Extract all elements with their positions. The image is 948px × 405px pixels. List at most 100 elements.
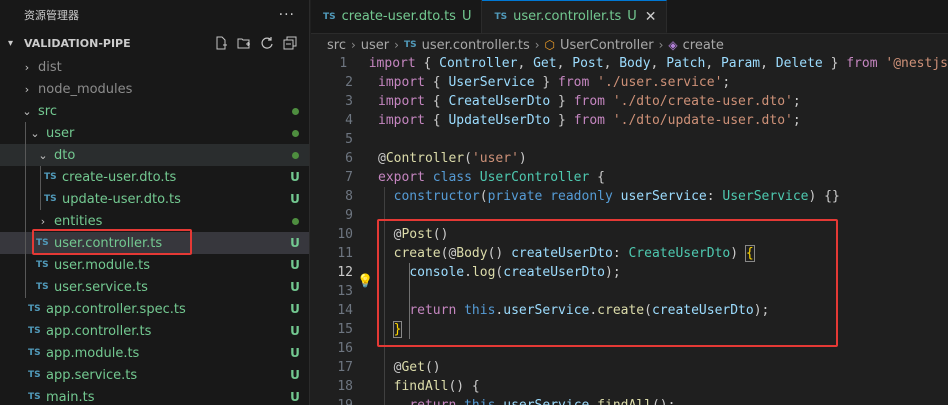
chevron-right-icon: › [40,214,46,228]
tree-item-main[interactable]: TS main.ts U [0,386,309,405]
typescript-file-icon: TS [403,40,417,50]
tree-item-label: app.module.ts [46,345,140,361]
code-text: console.log(createUserDto); [409,265,621,280]
untracked-badge: U [461,9,472,24]
code-text: import { UpdateUserDto } from './dto/upd… [378,113,801,128]
line-number: 1 [339,56,348,71]
tree-item-user-module[interactable]: TS user.module.ts U [0,254,309,276]
tree-item-label: dto [54,147,76,163]
line-number: 8 [345,189,353,204]
breadcrumb-item-file[interactable]: user.controller.ts [422,38,530,53]
untracked-badge: U [290,324,300,338]
chevron-right-icon: › [658,38,664,52]
line-number: 17 [337,360,353,375]
tab-bar: TS create-user.dto.ts U TS user.controll… [311,0,948,34]
code-text: create(@Body() createUserDto: CreateUser… [393,245,755,262]
tree-item-label: user [46,125,75,141]
line-number: 3 [345,94,353,109]
tree-item-user-controller[interactable]: TS user.controller.ts U [0,232,309,254]
tree-item-label: entities [54,213,103,229]
breadcrumb-item-src[interactable]: src [327,38,346,53]
new-file-icon[interactable] [213,36,228,51]
typescript-file-icon: TS [28,370,41,380]
breadcrumb-item-method[interactable]: create [683,38,724,53]
refresh-icon[interactable] [259,36,274,51]
untracked-badge: U [290,236,300,250]
tab-create-user-dto[interactable]: TS create-user.dto.ts U [311,0,483,33]
code-line: 11 create(@Body() createUserDto: CreateU… [311,244,948,263]
typescript-file-icon: TS [494,11,508,22]
code-line: 4 import { UpdateUserDto } from './dto/u… [311,111,948,130]
tree-item-user[interactable]: ⌄ user [0,122,309,144]
code-text: import { UserService } from './user.serv… [378,75,731,90]
code-line: 16 [311,339,948,358]
typescript-file-icon: TS [36,282,49,292]
tree-item-entities[interactable]: › entities [0,210,309,232]
chevron-down-icon: ⌄ [22,104,32,118]
typescript-file-icon: TS [28,304,41,314]
tree-item-app-service[interactable]: TS app.service.ts U [0,364,309,386]
close-icon[interactable]: ✕ [645,9,657,25]
tree-item-label: src [38,103,57,119]
tree-item-app-module[interactable]: TS app.module.ts U [0,342,309,364]
new-folder-icon[interactable] [236,36,251,51]
tree-item-label: user.module.ts [54,257,151,273]
project-section-header[interactable]: ▾ VALIDATION-PIPE [0,30,309,56]
chevron-right-icon: › [394,38,399,52]
line-number: 19 [311,398,353,405]
code-text: return this.userService.create(createUse… [409,303,770,318]
code-text: @Post() [378,227,449,242]
untracked-badge: U [290,346,300,360]
editor-area: TS create-user.dto.ts U TS user.controll… [311,0,948,405]
chevron-down-icon: ▾ [8,37,14,49]
line-number: 9 [345,208,353,223]
typescript-file-icon: TS [28,348,41,358]
tree-item-node-modules[interactable]: › node_modules [0,78,309,100]
line-number: 12 [337,265,353,280]
tree-item-label: app.controller.spec.ts [46,301,186,317]
code-text: import { CreateUserDto } from './dto/cre… [378,94,801,109]
line-number: 4 [345,113,353,128]
code-line: 13 [311,282,948,301]
class-icon: ⬡ [544,38,556,52]
project-title: VALIDATION-PIPE [24,36,131,50]
line-number: 2 [345,75,353,90]
tree-item-label: user.controller.ts [54,235,163,251]
explorer-sidebar: 资源管理器 ··· ▾ VALIDATION-PIPE › dist › nod… [0,0,310,405]
code-editor[interactable]: 1 import { Controller, Get, Post, Body, … [311,54,948,405]
tree-item-create-user-dto[interactable]: TS create-user.dto.ts U [0,166,309,188]
typescript-file-icon: TS [44,172,57,182]
code-line: 8 constructor(private readonly userServi… [311,187,948,206]
line-number: 13 [337,284,353,299]
code-text: @Controller('user') [378,151,527,166]
tree-item-dist[interactable]: › dist [0,56,309,78]
tree-item-label: main.ts [46,389,95,405]
tree-item-app-controller[interactable]: TS app.controller.ts U [0,320,309,342]
untracked-badge: U [290,390,300,404]
breadcrumb-item-class[interactable]: UserController [560,38,654,53]
breadcrumb-item-user[interactable]: user [361,38,389,53]
code-text: findAll() { [393,379,480,394]
explorer-title: 资源管理器 [24,9,79,22]
tree-item-user-service[interactable]: TS user.service.ts U [0,276,309,298]
code-text: @Get() [378,360,441,375]
tree-item-src[interactable]: ⌄ src [0,100,309,122]
modified-dot-icon [292,107,299,115]
tab-label: create-user.dto.ts [341,9,456,24]
tab-user-controller[interactable]: TS user.controller.ts U ✕ [482,0,668,33]
tree-item-label: app.service.ts [46,367,138,383]
code-line: 9 [311,206,948,225]
code-text: return this.userService.findAll(); [378,398,948,405]
tree-item-dto[interactable]: ⌄ dto [0,144,309,166]
untracked-badge: U [290,280,300,294]
more-actions-icon[interactable]: ··· [279,7,295,23]
typescript-file-icon: TS [36,238,49,248]
collapse-all-icon[interactable] [282,36,297,51]
code-line-current: 12 💡 console.log(createUserDto); [311,263,948,289]
untracked-badge: U [290,258,300,272]
code-line: 18 findAll() { [311,377,948,396]
tree-item-update-user-dto[interactable]: TS update-user.dto.ts U [0,188,309,210]
tree-item-app-controller-spec[interactable]: TS app.controller.spec.ts U [0,298,309,320]
code-line: 3 import { CreateUserDto } from './dto/c… [311,92,948,111]
line-number: 10 [337,227,353,242]
